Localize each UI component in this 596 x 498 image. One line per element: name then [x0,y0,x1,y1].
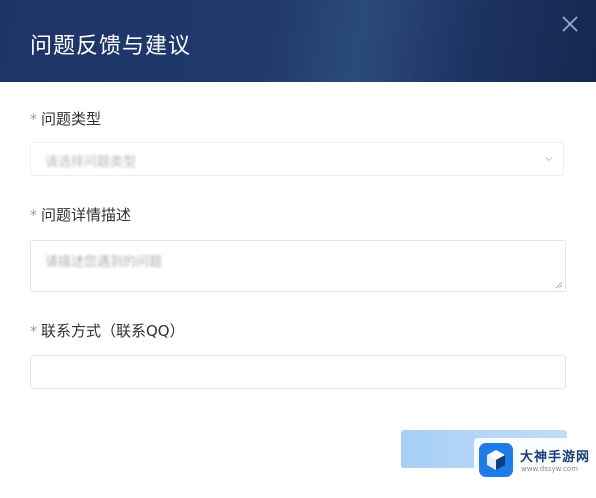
required-mark: * [30,112,37,128]
cube-icon [487,450,505,470]
resize-handle-icon[interactable] [555,281,563,289]
watermark-title: 大神手游网 [520,450,591,465]
type-select[interactable]: 请选择问题类型 [30,142,564,176]
detail-label-text: 问题详情描述 [41,206,132,224]
site-watermark: 大神手游网 www.dssyw.com [474,438,594,490]
dialog-header: 问题反馈与建议 [0,0,596,82]
type-label-text: 问题类型 [41,110,102,128]
close-button[interactable] [558,12,582,36]
contact-input[interactable] [30,355,566,389]
watermark-url: www.dssyw.com [521,465,578,473]
detail-textarea[interactable]: 请描述您遇到的问题 [30,240,566,292]
logo [479,443,513,477]
detail-label: * 问题详情描述 [30,204,131,225]
chevron-down-icon [545,157,553,162]
dialog-title: 问题反馈与建议 [30,34,192,59]
contact-label-text: 联系方式（联系QQ） [41,322,185,340]
type-label: * 问题类型 [30,108,101,129]
required-mark: * [30,324,37,340]
contact-label: * 联系方式（联系QQ） [30,320,185,341]
detail-textarea-placeholder: 请描述您遇到的问题 [45,255,163,270]
close-icon [562,16,578,32]
required-mark: * [30,208,37,224]
type-select-placeholder: 请选择问题类型 [45,155,137,170]
